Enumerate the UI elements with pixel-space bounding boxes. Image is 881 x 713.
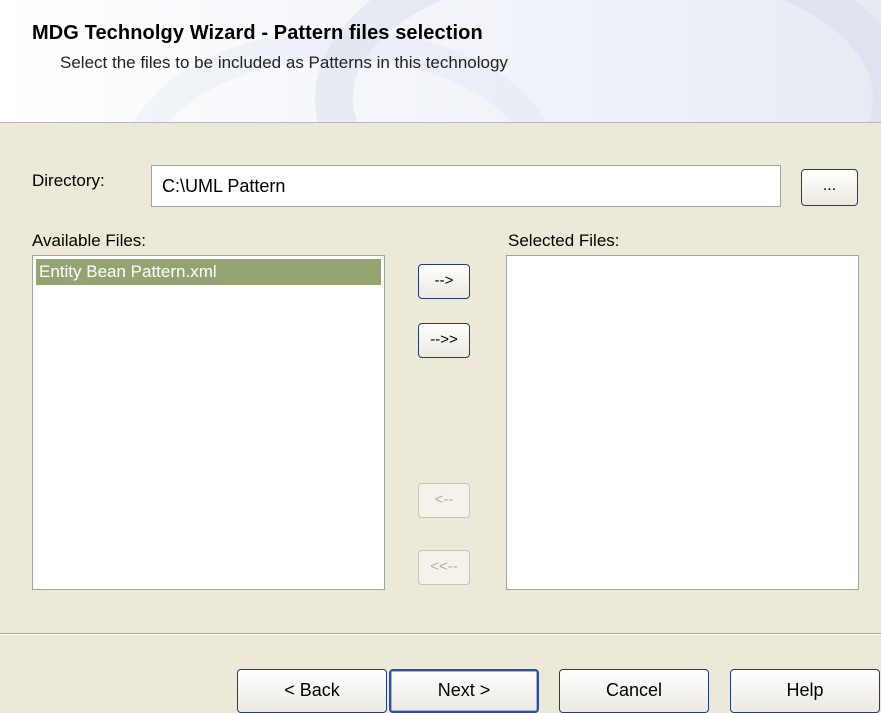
browse-button[interactable]: ... bbox=[801, 169, 858, 206]
directory-field[interactable]: C:\UML Pattern bbox=[151, 165, 781, 207]
list-item[interactable]: Entity Bean Pattern.xml bbox=[36, 259, 381, 285]
footer-divider bbox=[0, 633, 881, 635]
remove-all-files-button[interactable]: <<-- bbox=[418, 550, 470, 585]
available-files-label: Available Files: bbox=[32, 231, 147, 250]
wizard-subtitle: Select the files to be included as Patte… bbox=[60, 53, 508, 72]
wizard-title: MDG Technolgy Wizard - Pattern files sel… bbox=[32, 22, 483, 44]
back-button[interactable]: < Back bbox=[237, 669, 387, 713]
available-files-list[interactable]: Entity Bean Pattern.xml bbox=[32, 255, 385, 590]
selected-files-label: Selected Files: bbox=[508, 231, 620, 250]
cancel-button[interactable]: Cancel bbox=[559, 669, 709, 713]
help-button[interactable]: Help bbox=[730, 669, 880, 713]
directory-label: Directory: bbox=[32, 171, 105, 190]
next-button[interactable]: Next > bbox=[389, 669, 539, 713]
remove-file-button[interactable]: <-- bbox=[418, 483, 470, 518]
selected-files-list[interactable] bbox=[506, 255, 859, 590]
add-file-button[interactable]: --> bbox=[418, 264, 470, 299]
add-all-files-button[interactable]: -->> bbox=[418, 323, 470, 358]
wizard-header: MDG Technolgy Wizard - Pattern files sel… bbox=[0, 0, 881, 123]
